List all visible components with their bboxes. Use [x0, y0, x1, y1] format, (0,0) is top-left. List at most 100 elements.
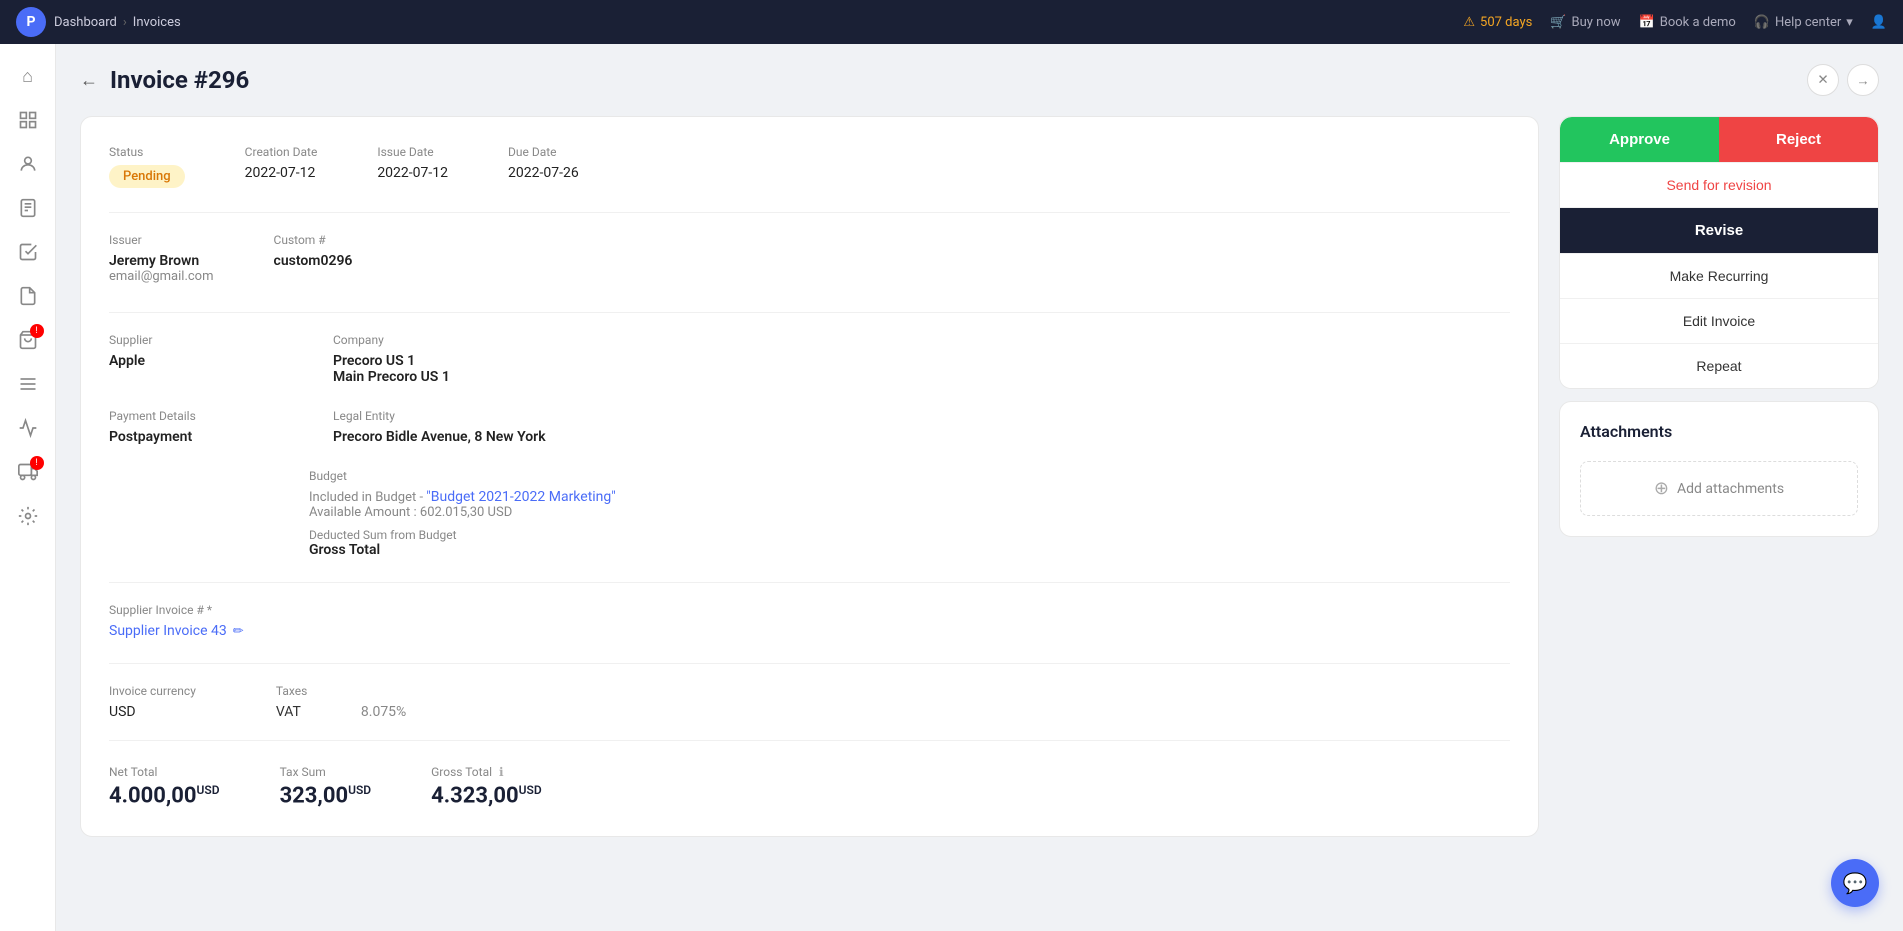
payment-section: Payment Details Postpayment: [109, 409, 309, 445]
sidebar-item-home[interactable]: ⌂: [8, 56, 48, 96]
user-menu-btn[interactable]: 👤: [1871, 15, 1887, 30]
currency-section: Invoice currency USD: [109, 684, 196, 720]
supplier-invoice-section: Supplier Invoice # * Supplier Invoice 43…: [109, 603, 1510, 639]
sidebar-item-settings[interactable]: [8, 496, 48, 536]
due-date-value: 2022-07-26: [508, 165, 579, 181]
close-button[interactable]: ✕: [1807, 64, 1839, 96]
page-header-left: ← Invoice #296: [80, 66, 249, 94]
page-header-right: ✕ →: [1807, 64, 1879, 96]
warning-days[interactable]: ⚠ 507 days: [1463, 15, 1532, 30]
budget-included: Included in Budget - "Budget 2021-2022 M…: [309, 489, 1510, 505]
breadcrumb-dashboard[interactable]: Dashboard: [54, 15, 117, 30]
sidebar-item-catalog[interactable]: [8, 364, 48, 404]
company-name: Precoro US 1: [333, 353, 1510, 369]
payment-label: Payment Details: [109, 409, 309, 423]
add-attachment-label: Add attachments: [1677, 481, 1784, 497]
tax-row: VAT 8.075%: [276, 704, 406, 720]
topnav-left: P Dashboard › Invoices: [16, 7, 181, 37]
warning-icon: ⚠: [1463, 15, 1475, 30]
user-icon: 👤: [1871, 15, 1887, 30]
attachments-card: Attachments ⊕ Add attachments: [1559, 401, 1879, 537]
gross-total-item: Gross Total ℹ 4.323,00USD: [431, 765, 542, 808]
currency-value: USD: [109, 704, 196, 720]
tax-sum-label: Tax Sum: [280, 765, 372, 779]
breadcrumb-invoices[interactable]: Invoices: [133, 15, 181, 30]
info-icon: ℹ: [499, 765, 504, 779]
invoice-layout: Status Pending Creation Date 2022-07-12 …: [80, 116, 1879, 837]
sidebar-item-reports[interactable]: [8, 276, 48, 316]
budget-text: Included in Budget -: [309, 490, 426, 505]
help-center-btn[interactable]: 🎧 Help center ▾: [1754, 15, 1853, 30]
make-recurring-button[interactable]: Make Recurring: [1560, 253, 1878, 298]
totals-row: Net Total 4.000,00USD Tax Sum 323,00USD: [109, 765, 1510, 808]
vehicles-badge: !: [30, 456, 44, 470]
repeat-button[interactable]: Repeat: [1560, 343, 1878, 388]
reject-button[interactable]: Reject: [1719, 117, 1878, 162]
issue-date-section: Issue Date 2022-07-12: [377, 145, 448, 188]
edit-icon: ✏: [233, 624, 244, 639]
deducted-label: Deducted Sum from Budget: [309, 528, 1510, 542]
deducted-section: Deducted Sum from Budget Gross Total: [309, 528, 1510, 558]
send-for-revision-button[interactable]: Send for revision: [1560, 162, 1878, 207]
tax-rate: 8.075%: [361, 704, 406, 720]
supplier-invoice-label: Supplier Invoice # *: [109, 603, 1510, 617]
creation-date-label: Creation Date: [245, 145, 318, 159]
sidebar-item-orders[interactable]: !: [8, 320, 48, 360]
status-badge: Pending: [109, 165, 185, 188]
custom-label: Custom #: [274, 233, 353, 247]
sidebar-item-tasks[interactable]: [8, 232, 48, 272]
budget-label: Budget: [309, 469, 1510, 483]
action-buttons: Approve Reject Send for revision Revise …: [1559, 116, 1879, 389]
sidebar-item-dashboard[interactable]: [8, 100, 48, 140]
legal-value: Precoro Bidle Avenue, 8 New York: [333, 429, 1510, 445]
app-logo[interactable]: P: [16, 7, 46, 37]
net-total-item: Net Total 4.000,00USD: [109, 765, 220, 808]
add-attachment-button[interactable]: ⊕ Add attachments: [1580, 461, 1858, 516]
main-content: ← Invoice #296 ✕ → Status Pending Creati…: [56, 44, 1903, 931]
attachments-title: Attachments: [1580, 422, 1858, 441]
legal-label: Legal Entity: [333, 409, 1510, 423]
main-layout: ⌂ ! !: [0, 44, 1903, 931]
tax-name: VAT: [276, 704, 301, 720]
company-label: Company: [333, 333, 1510, 347]
supplier-invoice-link[interactable]: Supplier Invoice 43 ✏: [109, 623, 1510, 639]
issuer-email: email@gmail.com: [109, 269, 214, 284]
net-total-label: Net Total: [109, 765, 220, 779]
gross-total-value: 4.323,00USD: [431, 783, 542, 808]
forward-button[interactable]: →: [1847, 64, 1879, 96]
chat-button[interactable]: 💬: [1831, 859, 1879, 907]
company-section: Company Precoro US 1 Main Precoro US 1: [333, 333, 1510, 385]
taxes-label: Taxes: [276, 684, 406, 698]
sidebar-item-vehicles[interactable]: !: [8, 452, 48, 492]
creation-date-value: 2022-07-12: [245, 165, 318, 181]
status-label: Status: [109, 145, 185, 159]
chevron-down-icon: ▾: [1846, 15, 1853, 30]
supplier-section: Supplier Apple: [109, 333, 309, 385]
sidebar-item-contacts[interactable]: [8, 144, 48, 184]
tax-sum-value: 323,00USD: [280, 783, 372, 808]
page-header: ← Invoice #296 ✕ →: [80, 64, 1879, 96]
back-button[interactable]: ←: [80, 70, 98, 91]
buy-now-btn[interactable]: 🛒 Buy now: [1550, 15, 1620, 30]
approve-reject-row: Approve Reject: [1560, 117, 1878, 162]
budget-link[interactable]: "Budget 2021-2022 Marketing": [426, 489, 615, 505]
custom-value: custom0296: [274, 253, 353, 269]
edit-invoice-button[interactable]: Edit Invoice: [1560, 298, 1878, 343]
book-demo-btn[interactable]: 📅 Book a demo: [1639, 15, 1736, 30]
issue-date-label: Issue Date: [377, 145, 448, 159]
gross-total-label: Gross Total ℹ: [431, 765, 542, 779]
breadcrumb-sep-1: ›: [123, 15, 127, 30]
sidebar-item-invoices[interactable]: [8, 188, 48, 228]
invoice-card: Status Pending Creation Date 2022-07-12 …: [80, 116, 1539, 837]
due-date-section: Due Date 2022-07-26: [508, 145, 579, 188]
available-amount: Available Amount : 602.015,30 USD: [309, 505, 1510, 520]
company-sub: Main Precoro US 1: [333, 369, 1510, 385]
issuer-name: Jeremy Brown: [109, 253, 214, 269]
issuer-section: Issuer Jeremy Brown email@gmail.com: [109, 233, 214, 284]
chat-icon: 💬: [1843, 871, 1868, 895]
sidebar-item-analytics[interactable]: [8, 408, 48, 448]
approve-button[interactable]: Approve: [1560, 117, 1719, 162]
cart-icon: 🛒: [1550, 15, 1566, 30]
taxes-section: Taxes VAT 8.075%: [276, 684, 406, 720]
revise-button[interactable]: Revise: [1560, 207, 1878, 253]
